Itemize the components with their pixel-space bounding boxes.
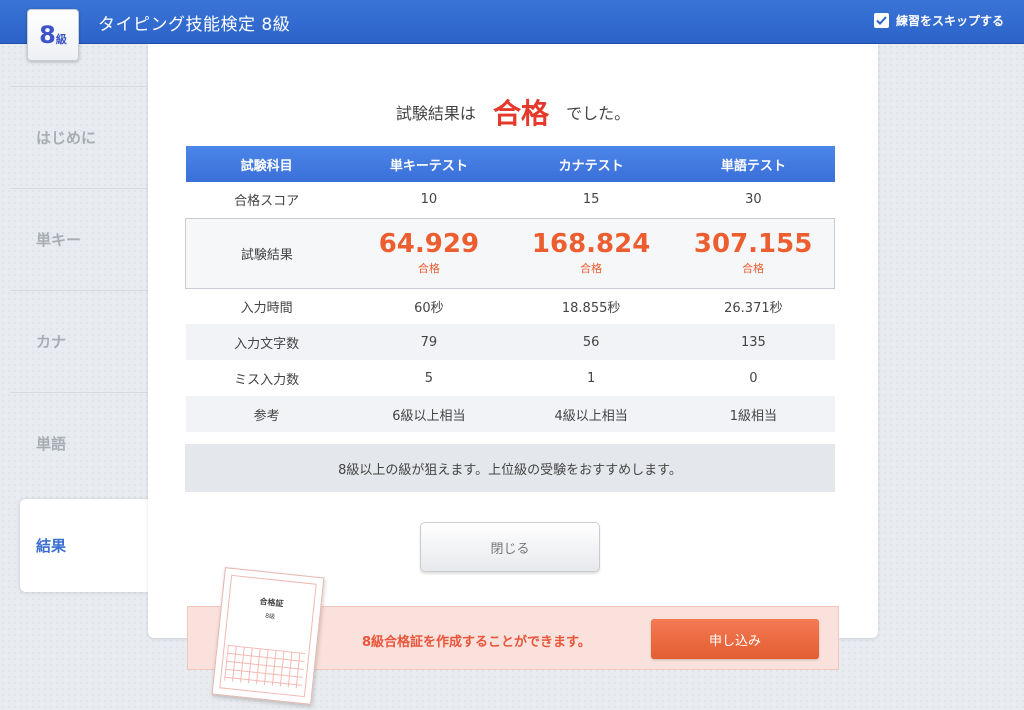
score-value: 64.929 bbox=[378, 229, 480, 259]
column-header: 単語テスト bbox=[672, 146, 835, 182]
sidebar-item-kana[interactable]: カナ bbox=[10, 290, 148, 392]
score-cell: 168.824 合格 bbox=[510, 217, 673, 289]
score-cell: 64.929 合格 bbox=[347, 217, 510, 289]
certificate-image: 合格証 8級 bbox=[211, 567, 325, 705]
recommendation-message: 8級以上の級が狙えます。上位級の受験をおすすめします。 bbox=[185, 444, 835, 492]
result-table: 試験科目 単キーテスト カナテスト 単語テスト 合格スコア 10 15 30 試… bbox=[184, 146, 836, 432]
table-cell: 1級相当 bbox=[672, 396, 835, 432]
sidebar-item-single-key[interactable]: 単キー bbox=[10, 188, 148, 290]
result-prefix: 試験結果は bbox=[395, 104, 476, 123]
skip-practice-label: 練習をスキップする bbox=[895, 14, 1004, 28]
apply-button[interactable]: 申し込み bbox=[651, 619, 819, 659]
table-cell: 0 bbox=[749, 370, 758, 386]
table-header-row: 試験科目 単キーテスト カナテスト 単語テスト bbox=[185, 146, 835, 182]
table-row-input-time: 入力時間 60秒 18.855秒 26.371秒 bbox=[186, 288, 835, 324]
result-headline: 試験結果は 合格 でした。 bbox=[148, 92, 878, 132]
result-suffix: でした。 bbox=[566, 104, 631, 123]
row-label: 入力文字数 bbox=[185, 324, 348, 360]
table-cell: 79 bbox=[347, 324, 510, 360]
score-cell: 307.155 合格 bbox=[672, 217, 836, 289]
score-status: 合格 bbox=[742, 262, 765, 275]
table-row-char-count: 入力文字数 79 56 135 bbox=[185, 324, 835, 360]
checkmark-icon bbox=[876, 16, 887, 25]
row-label: 合格スコア bbox=[234, 194, 300, 210]
table-row-pass-score: 合格スコア 10 15 30 bbox=[186, 182, 835, 218]
table-cell: 26.371秒 bbox=[724, 300, 783, 316]
checkbox[interactable] bbox=[873, 13, 889, 28]
sidebar: はじめに 単キー カナ 単語 結果 bbox=[10, 86, 148, 592]
column-header: 試験科目 bbox=[185, 146, 348, 182]
table-row-reference: 参考 6級以上相当 4級以上相当 1級相当 bbox=[185, 396, 835, 432]
table-cell: 15 bbox=[582, 192, 600, 208]
table-cell: 5 bbox=[424, 370, 434, 386]
column-header: 単キーテスト bbox=[347, 146, 510, 182]
score-status: 合格 bbox=[417, 262, 440, 275]
table-cell: 135 bbox=[672, 324, 835, 360]
table-cell: 4級以上相当 bbox=[510, 396, 673, 432]
row-label: 入力時間 bbox=[240, 300, 293, 316]
score-value: 168.824 bbox=[531, 229, 651, 259]
certificate-text: 8級合格証を作成することができます。 bbox=[362, 635, 591, 650]
close-button[interactable]: 閉じる bbox=[420, 522, 600, 572]
table-cell: 10 bbox=[420, 192, 438, 208]
table-cell: 1 bbox=[586, 370, 596, 386]
table-cell: 30 bbox=[745, 192, 762, 208]
level-badge: 8 級 bbox=[27, 9, 79, 61]
app-title: タイピング技能検定 8級 bbox=[98, 15, 291, 35]
sidebar-item-words[interactable]: 単語 bbox=[10, 392, 148, 494]
column-header: カナテスト bbox=[510, 146, 673, 182]
row-label: 参考 bbox=[185, 396, 348, 432]
row-label: ミス入力数 bbox=[234, 372, 300, 388]
sidebar-item-result[interactable]: 結果 bbox=[20, 498, 148, 592]
row-label: 試験結果 bbox=[184, 217, 348, 289]
top-bar: タイピング技能検定 8級 練習をスキップする bbox=[0, 0, 1024, 44]
table-cell: 6級以上相当 bbox=[347, 396, 510, 432]
score-status: 合格 bbox=[580, 262, 603, 275]
result-status: 合格 bbox=[492, 97, 549, 130]
level-kyu: 級 bbox=[55, 33, 67, 46]
table-cell: 56 bbox=[510, 324, 673, 360]
table-row-miss-count: ミス入力数 5 1 0 bbox=[186, 360, 835, 396]
table-row-result: 試験結果 64.929 合格 168.824 合格 307.155 合格 bbox=[184, 217, 836, 289]
level-number: 8 bbox=[39, 21, 56, 49]
main-panel: 試験結果は 合格 でした。 試験科目 単キーテスト カナテスト 単語テスト 合格… bbox=[148, 44, 878, 638]
skip-practice-toggle[interactable]: 練習をスキップする bbox=[873, 12, 1004, 29]
sidebar-item-intro[interactable]: はじめに bbox=[10, 86, 148, 188]
table-cell: 60秒 bbox=[414, 300, 444, 316]
table-cell: 18.855秒 bbox=[561, 300, 621, 316]
score-value: 307.155 bbox=[693, 229, 813, 259]
